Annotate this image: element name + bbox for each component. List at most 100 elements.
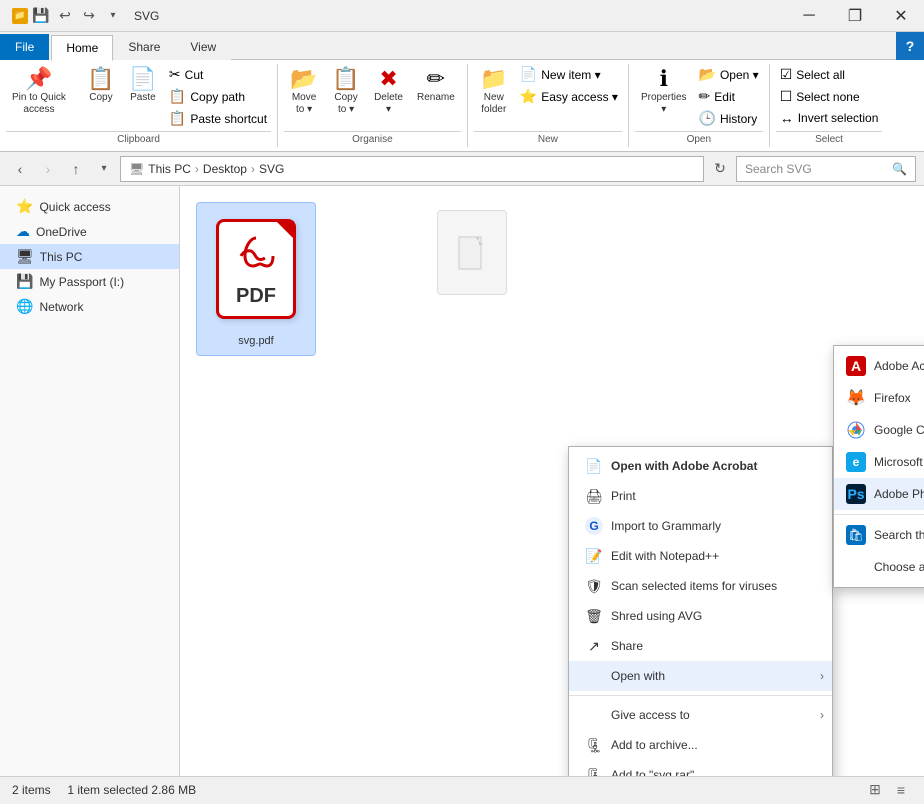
sidebar-item-this-pc[interactable]: 🖥 This PC <box>0 244 179 269</box>
ctx-give-access[interactable]: Give access to › <box>569 700 832 730</box>
easy-access-button[interactable]: ⭐ Easy access ▾ <box>516 86 622 107</box>
sidebar-item-my-passport[interactable]: 💾 My Passport (I:) <box>0 269 179 294</box>
submenu-edge[interactable]: e Microsoft Edge <box>834 446 924 478</box>
address-this-pc[interactable]: This PC <box>148 162 191 176</box>
properties-button[interactable]: ℹ Properties▾ <box>635 64 693 120</box>
move-to-button[interactable]: 📂 Moveto ▾ <box>284 64 324 120</box>
sidebar: ⭐ Quick access ☁ OneDrive 🖥 This PC 💾 My… <box>0 186 180 776</box>
select-buttons: ☑ Select all ☐ Select none ↔ Invert sele… <box>776 64 883 128</box>
copy-to-button[interactable]: 📋 Copyto ▾ <box>326 64 366 120</box>
refresh-address-button[interactable]: ↻ <box>708 157 732 181</box>
qat-undo[interactable]: ↩ <box>54 5 76 27</box>
copy-to-label: Copyto ▾ <box>334 92 357 116</box>
tab-home[interactable]: Home <box>51 35 113 61</box>
ctx-open-with[interactable]: Open with › <box>569 661 832 691</box>
virus-icon: 🛡 <box>585 577 603 595</box>
copy-to-icon: 📋 <box>332 68 359 90</box>
close-button[interactable]: ✕ <box>878 0 924 32</box>
minimize-button[interactable]: ─ <box>786 0 832 32</box>
submenu-another-app[interactable]: Choose another app <box>834 551 924 583</box>
list-view-button[interactable]: ≡ <box>890 779 912 801</box>
submenu-chrome[interactable]: Google Chrome <box>834 414 924 446</box>
ctx-add-archive[interactable]: 🗜 Add to archive... <box>569 730 832 760</box>
forward-button[interactable]: › <box>36 157 60 181</box>
up-button[interactable]: ↑ <box>64 157 88 181</box>
sidebar-item-network[interactable]: 🌐 Network <box>0 294 179 319</box>
help-button[interactable]: ? <box>896 32 924 60</box>
submenu-photoshop[interactable]: Ps Adobe Photoshop CS6 <box>834 478 924 510</box>
select-label: Select <box>776 131 883 147</box>
store-sub-icon: 🛍 <box>846 525 866 545</box>
qat-dropdown[interactable]: ▾ <box>102 5 124 27</box>
new-folder-button[interactable]: 📁 Newfolder <box>474 64 514 120</box>
status-items-count: 2 items 1 item selected 2.86 MB <box>12 783 196 797</box>
navigation-bar: ‹ › ↑ ▾ 🖥 This PC › Desktop › SVG ↻ Sear… <box>0 152 924 186</box>
address-desktop[interactable]: Desktop <box>203 162 247 176</box>
file-item-svg-pdf[interactable]: PDF svg.pdf <box>196 202 316 356</box>
qat-save[interactable]: 💾 <box>30 5 52 27</box>
pin-button[interactable]: 📌 Pin to Quickaccess <box>6 64 72 120</box>
title-bar-left: 📁 💾 ↩ ↪ ▾ SVG <box>8 5 159 27</box>
search-bar[interactable]: Search SVG 🔍 <box>736 156 916 182</box>
sidebar-item-quick-access[interactable]: ⭐ Quick access <box>0 194 179 219</box>
ctx-grammarly[interactable]: G Import to Grammarly <box>569 511 832 541</box>
ctx-shred[interactable]: 🗑 Shred using AVG <box>569 601 832 631</box>
ctx-add-rar[interactable]: 🗜 Add to "svg.rar" <box>569 760 832 776</box>
delete-button[interactable]: ✖ Delete▾ <box>368 64 409 120</box>
sidebar-item-onedrive[interactable]: ☁ OneDrive <box>0 219 179 244</box>
sep1: › <box>195 162 199 176</box>
selected-info: 1 item selected 2.86 MB <box>67 783 196 797</box>
invert-selection-button[interactable]: ↔ Invert selection <box>776 108 883 128</box>
properties-label: Properties▾ <box>641 92 687 116</box>
file-item-blank[interactable] <box>412 202 532 356</box>
thumbnail-view-button[interactable]: ⊞ <box>864 779 886 801</box>
submenu-label: Search the Microsoft Store <box>874 528 924 542</box>
history-button[interactable]: 🕒 History <box>695 108 763 129</box>
open-button[interactable]: 📂 Open ▾ <box>695 64 763 85</box>
new-item-icon: 📄 <box>520 66 537 83</box>
recent-button[interactable]: ▾ <box>92 157 116 181</box>
search-icon: 🔍 <box>892 162 907 176</box>
address-svg[interactable]: SVG <box>259 162 284 176</box>
back-button[interactable]: ‹ <box>8 157 32 181</box>
ctx-notepad[interactable]: 📝 Edit with Notepad++ <box>569 541 832 571</box>
ctx-share[interactable]: ↗ Share <box>569 631 832 661</box>
organise-label: Organise <box>284 131 461 147</box>
new-item-button[interactable]: 📄 New item ▾ <box>516 64 622 85</box>
qat-redo[interactable]: ↪ <box>78 5 100 27</box>
paste-button[interactable]: 📄 Paste <box>123 64 163 108</box>
tab-file[interactable]: File <box>0 34 49 60</box>
edit-icon: ✏ <box>699 88 711 105</box>
ctx-label: Print <box>611 489 636 503</box>
tab-share[interactable]: Share <box>113 34 175 60</box>
ribbon-tabs: File Home Share View ? <box>0 32 924 60</box>
copy-path-button[interactable]: 📋 Copy path <box>165 86 271 107</box>
onedrive-icon: ☁ <box>16 223 30 240</box>
ribbon-group-new: 📁 Newfolder 📄 New item ▾ ⭐ Easy access ▾… <box>468 64 629 147</box>
edit-button[interactable]: ✏ Edit <box>695 86 763 107</box>
submenu-label: Google Chrome <box>874 423 924 437</box>
tab-view[interactable]: View <box>175 34 231 60</box>
submenu-acrobat[interactable]: A Adobe Acrobat <box>834 350 924 382</box>
open-items: ℹ Properties▾ 📂 Open ▾ ✏ Edit 🕒 History <box>635 64 763 129</box>
rename-button[interactable]: ✏ Rename <box>411 64 461 108</box>
move-to-label: Moveto ▾ <box>292 92 316 116</box>
copy-button[interactable]: 📋 Copy <box>81 64 121 108</box>
submenu-store[interactable]: 🛍 Search the Microsoft Store <box>834 519 924 551</box>
cut-button[interactable]: ✂ Cut <box>165 64 271 85</box>
new-label: New <box>474 131 622 147</box>
ctx-virus[interactable]: 🛡 Scan selected items for viruses <box>569 571 832 601</box>
clipboard-label: Clipboard <box>6 131 271 147</box>
address-nav-icon: 🖥 <box>129 162 144 176</box>
address-bar[interactable]: 🖥 This PC › Desktop › SVG <box>120 156 704 182</box>
select-none-button[interactable]: ☐ Select none <box>776 86 883 107</box>
new-small-buttons: 📄 New item ▾ ⭐ Easy access ▾ <box>516 64 622 107</box>
ctx-open-acrobat[interactable]: 📄 Open with Adobe Acrobat <box>569 451 832 481</box>
paste-shortcut-button[interactable]: 📋 Paste shortcut <box>165 108 271 129</box>
select-all-button[interactable]: ☑ Select all <box>776 64 883 85</box>
file-name-svg-pdf: svg.pdf <box>238 335 273 347</box>
restore-button[interactable]: ❐ <box>832 0 878 32</box>
ctx-print[interactable]: 🖨 Print <box>569 481 832 511</box>
file-area[interactable]: PDF svg.pdf 📄 Open with Adob <box>180 186 924 776</box>
submenu-firefox[interactable]: 🦊 Firefox <box>834 382 924 414</box>
